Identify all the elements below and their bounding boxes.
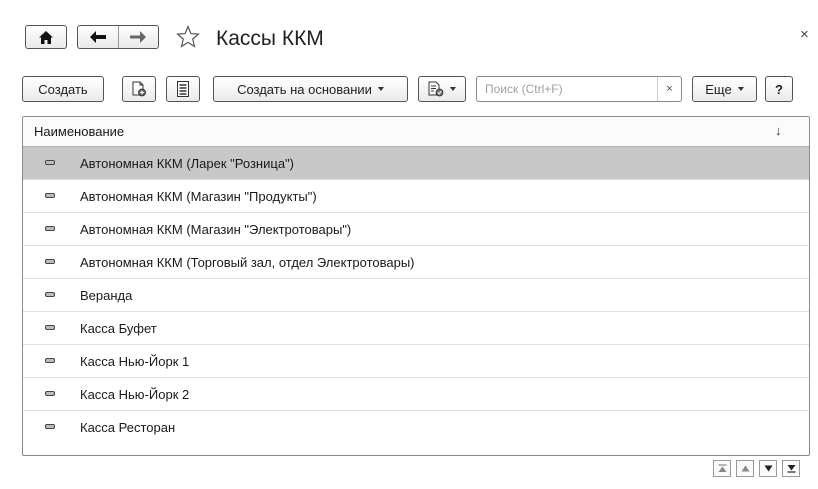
page-title: Кассы ККМ [216,27,324,50]
list-pager [708,460,800,477]
table-row[interactable]: Автономная ККМ (Магазин "Электротовары") [23,213,809,246]
catalog-item-icon [45,424,55,429]
row-name: Касса Ресторан [80,420,176,435]
back-button[interactable] [78,26,118,48]
command-bar: Создать Создать на основании × Еще [0,76,818,106]
row-name: Касса Буфет [80,321,157,336]
table-row[interactable]: Веранда [23,279,809,312]
table-row[interactable]: Касса Буфет [23,312,809,345]
favorite-button[interactable] [175,24,201,50]
column-header-label: Наименование [34,124,125,139]
row-name: Автономная ККМ (Магазин "Электротовары") [80,222,352,237]
chevron-down-icon [450,87,456,91]
row-name: Автономная ККМ (Магазин "Продукты") [80,189,317,204]
more-button[interactable]: Еще [692,76,757,102]
first-page-button[interactable] [713,460,731,477]
catalog-item-icon [45,259,55,264]
forward-button[interactable] [117,26,159,48]
home-button[interactable] [25,25,67,49]
catalog-item-icon [45,226,55,231]
last-page-button[interactable] [782,460,800,477]
row-name: Касса Нью-Йорк 1 [80,354,190,369]
copy-document-icon [132,81,146,97]
row-name: Касса Нью-Йорк 2 [80,387,190,402]
last-page-icon [787,465,795,473]
catalog-item-icon [45,358,55,363]
column-header-name[interactable]: Наименование ↓ [23,117,809,147]
help-button[interactable]: ? [765,76,793,102]
prev-page-icon [741,465,749,472]
create-based-on-label: Создать на основании [237,81,372,97]
table-row[interactable]: Касса Нью-Йорк 2 [23,378,809,411]
list-table: Наименование ↓ Автономная ККМ (Ларек "Ро… [22,116,810,456]
title-bar: Кассы ККМ × [0,0,818,72]
arrow-right-icon [130,31,147,43]
close-button[interactable]: × [800,26,809,43]
search-field: × [476,76,682,102]
catalog-item-icon [45,325,55,330]
help-button-label: ? [775,81,783,97]
create-based-on-button[interactable]: Создать на основании [213,76,408,102]
create-button-label: Создать [38,81,88,97]
create-button[interactable]: Создать [22,76,104,102]
catalog-item-icon [45,193,55,198]
next-page-button[interactable] [759,460,777,477]
catalog-item-icon [45,160,55,165]
first-page-icon [718,464,726,472]
reports-icon [428,81,444,97]
copy-button[interactable] [122,76,156,102]
more-button-label: Еще [705,81,732,97]
list-icon [177,81,189,97]
row-name: Автономная ККМ (Торговый зал, отдел Элек… [80,255,415,270]
list-button[interactable] [166,76,200,102]
back-forward-group [77,25,159,49]
row-name: Веранда [80,288,133,303]
next-page-icon [764,465,772,472]
chevron-down-icon [377,87,384,91]
clear-search-button[interactable]: × [657,77,681,101]
reports-button[interactable] [418,76,466,102]
table-row[interactable]: Касса Нью-Йорк 1 [23,345,809,378]
prev-page-button[interactable] [736,460,754,477]
chevron-down-icon [737,87,744,91]
row-name: Автономная ККМ (Ларек "Розница") [80,156,294,171]
search-input[interactable] [477,77,653,101]
catalog-item-icon [45,391,55,396]
table-row[interactable]: Автономная ККМ (Торговый зал, отдел Элек… [23,246,809,279]
home-icon [39,30,53,44]
catalog-item-icon [45,292,55,297]
star-icon [176,25,200,48]
table-row[interactable]: Касса Ресторан [23,411,809,444]
arrow-left-icon [89,31,106,43]
table-row[interactable]: Автономная ККМ (Ларек "Розница") [23,147,809,180]
sort-descending-icon: ↓ [775,123,782,138]
table-row[interactable]: Автономная ККМ (Магазин "Продукты") [23,180,809,213]
